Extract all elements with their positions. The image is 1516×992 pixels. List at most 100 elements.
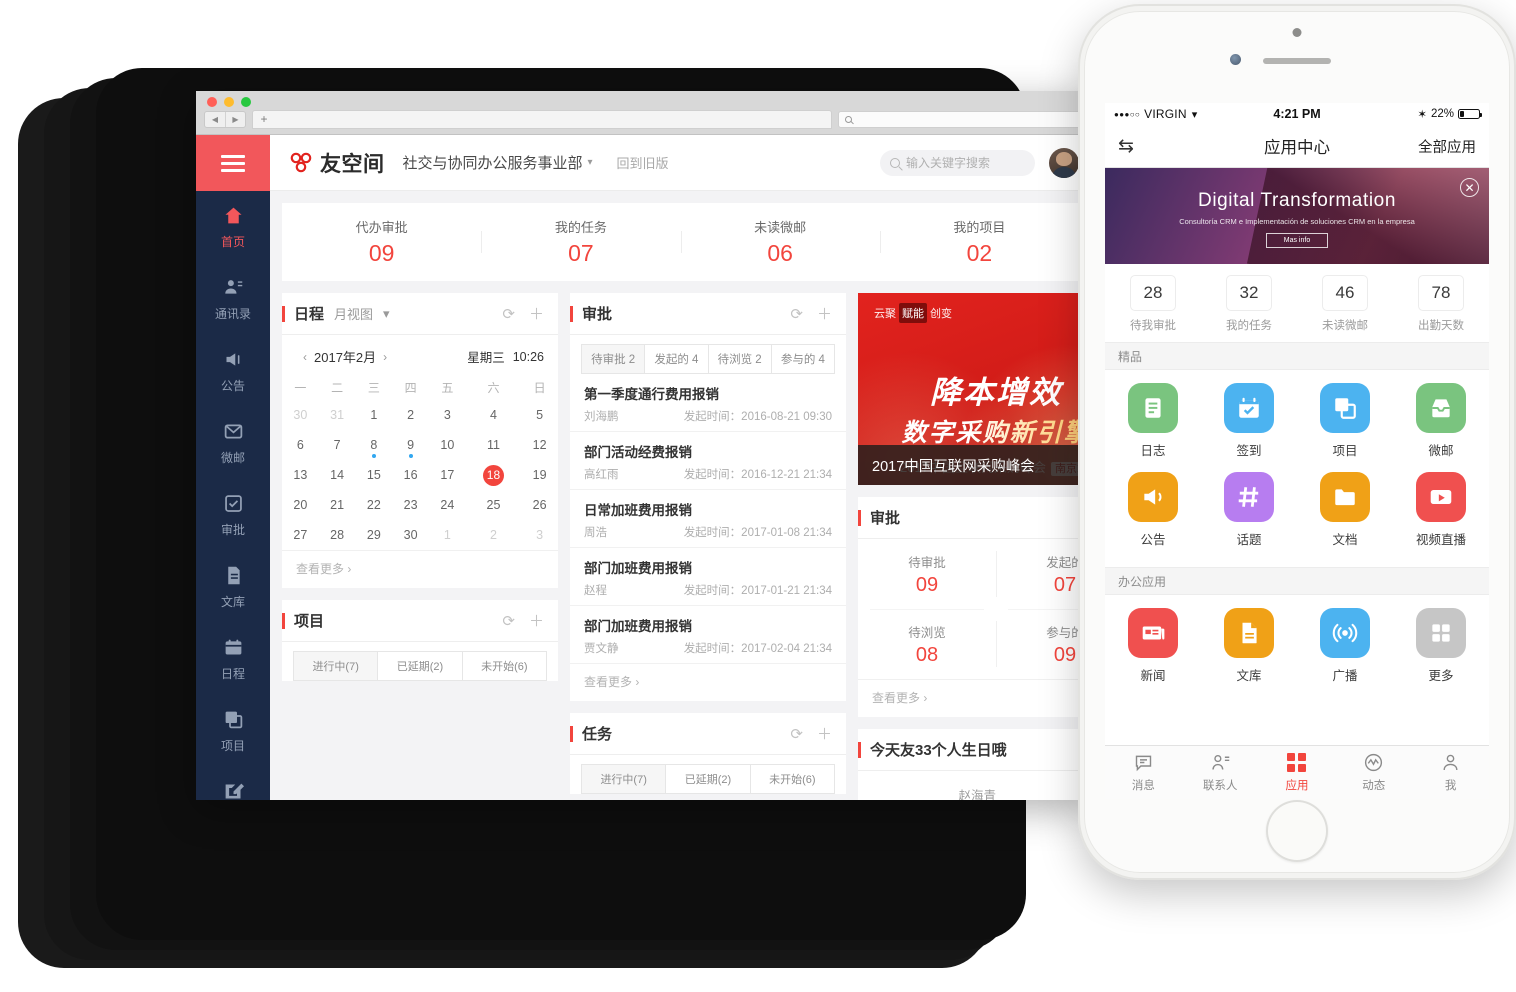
refresh-icon[interactable]: ⟳ (502, 612, 515, 630)
app-cell[interactable]: 公告 (1105, 472, 1201, 548)
sidebar-item-project[interactable]: 项目 (196, 695, 270, 767)
tab-me[interactable]: 我 (1412, 746, 1489, 799)
calendar-day-cell[interactable]: 2 (466, 520, 521, 550)
home-button[interactable] (1266, 800, 1328, 862)
calendar-day-cell[interactable]: 8 (356, 430, 393, 460)
calendar-day-cell[interactable]: 17 (429, 460, 466, 490)
calendar-day-cell[interactable]: 3 (521, 520, 558, 550)
calendar-day-cell[interactable]: 23 (392, 490, 429, 520)
calendar-day-cell[interactable]: 1 (429, 520, 466, 550)
calendar-day-cell[interactable]: 5 (521, 400, 558, 430)
approval-list-item[interactable]: 部门加班费用报销 赵程 发起时间：2017-01-21 21:34 (570, 548, 846, 606)
approval-list-item[interactable]: 日常加班费用报销 周浩 发起时间：2017-01-08 21:34 (570, 490, 846, 548)
calendar-day-cell[interactable]: 10 (429, 430, 466, 460)
phone-stat-unread-mail[interactable]: 46 未读微邮 (1297, 275, 1393, 333)
app-cell[interactable]: 签到 (1201, 383, 1297, 459)
app-cell[interactable]: 话题 (1201, 472, 1297, 548)
calendar-grid[interactable]: 一二三四五六日 30 31 1 2 3 4 5 6 7 8 9 10 11 12 13 14 15 16 17 18 1… (282, 372, 558, 550)
tab-delayed[interactable]: 已延期(2) (377, 651, 463, 681)
calendar-day-cell[interactable]: 7 (319, 430, 356, 460)
calendar-today[interactable]: 18 (482, 464, 504, 486)
all-apps-button[interactable]: 全部应用 (1418, 136, 1476, 157)
tab-participated[interactable]: 参与的 4 (770, 344, 835, 374)
next-month-button[interactable]: › (376, 350, 394, 364)
app-cell[interactable]: 文库 (1201, 608, 1297, 684)
promo-banner[interactable]: 云聚 赋能 创变 降本增效 数字采购新引擎 2017中国互联网采购峰会南京站 (858, 293, 1091, 485)
calendar-day-cell[interactable]: 25 (466, 490, 521, 520)
calendar-day-cell[interactable]: 24 (429, 490, 466, 520)
app-cell[interactable]: 日志 (1105, 383, 1201, 459)
app-cell[interactable]: 更多 (1393, 608, 1489, 684)
calendar-day-cell[interactable]: 31 (319, 400, 356, 430)
calendar-more-link[interactable]: 查看更多 › (282, 550, 558, 588)
stat-my-projects[interactable]: 我的项目 02 (879, 217, 1079, 267)
new-tab-button[interactable]: + (253, 113, 275, 125)
refresh-icon[interactable]: ⟳ (502, 305, 515, 323)
approval-stat-to-review[interactable]: 待浏览 08 (858, 609, 996, 679)
app-cell[interactable]: 视频直播 (1393, 472, 1489, 548)
approval-list-item[interactable]: 部门加班费用报销 贾文静 发起时间：2017-02-04 21:34 (570, 606, 846, 664)
prev-month-button[interactable]: ‹ (296, 350, 314, 364)
calendar-day-cell[interactable]: 3 (429, 400, 466, 430)
tab-messages[interactable]: 消息 (1105, 746, 1182, 799)
approval-stats-more-link[interactable]: 查看更多 › (858, 679, 1091, 717)
refresh-icon[interactable]: ⟳ (790, 305, 803, 323)
tab-apps[interactable]: 应用 (1259, 746, 1336, 799)
tab-in-progress[interactable]: 进行中(7) (293, 651, 379, 681)
approval-stat-pending[interactable]: 待审批 09 (858, 539, 996, 609)
back-button[interactable]: ◀ (205, 112, 225, 127)
calendar-day-cell[interactable]: 12 (521, 430, 558, 460)
tab-to-review[interactable]: 待浏览 2 (707, 344, 772, 374)
calendar-day-cell[interactable]: 1 (356, 400, 393, 430)
birthday-name[interactable]: 赵海青 (958, 785, 996, 800)
browser-nav-buttons[interactable]: ◀ ▶ (204, 110, 246, 128)
stat-unread-mail[interactable]: 未读微邮 06 (680, 217, 880, 267)
approval-list-item[interactable]: 第一季度通行费用报销 刘海鹏 发起时间：2016-08-21 09:30 (570, 374, 846, 432)
sidebar-item-approval[interactable]: 审批 (196, 479, 270, 551)
calendar-day-cell[interactable]: 30 (392, 520, 429, 550)
calendar-day-cell[interactable]: 22 (356, 490, 393, 520)
approval-tabs[interactable]: 待审批 2 发起的 4 待浏览 2 参与的 4 (570, 335, 846, 374)
approval-more-link[interactable]: 查看更多 › (570, 664, 846, 701)
app-cell[interactable]: 项目 (1297, 383, 1393, 459)
calendar-day-cell[interactable]: 21 (319, 490, 356, 520)
app-cell[interactable]: 新闻 (1105, 608, 1201, 684)
sidebar-item-library[interactable]: 文库 (196, 551, 270, 623)
calendar-day-cell[interactable]: 20 (282, 490, 319, 520)
refresh-icon[interactable]: ⟳ (790, 725, 803, 743)
calendar-day-cell[interactable]: 30 (282, 400, 319, 430)
swap-icon[interactable]: ⇆ (1118, 135, 1134, 158)
calendar-view-selector[interactable]: 月视图 (334, 304, 373, 323)
chevron-down-icon[interactable]: ▾ (588, 157, 593, 168)
close-icon[interactable]: ✕ (1460, 178, 1479, 197)
forward-button[interactable]: ▶ (225, 111, 245, 127)
calendar-day-cell[interactable]: 29 (356, 520, 393, 550)
tab-strip[interactable]: + (252, 109, 832, 129)
project-tabs[interactable]: 进行中(7) 已延期(2) 未开始(6) (282, 642, 558, 681)
approval-list-item[interactable]: 部门活动经费报销 高红雨 发起时间：2016-12-21 21:34 (570, 432, 846, 490)
phone-stat-attendance-days[interactable]: 78 出勤天数 (1393, 275, 1489, 333)
old-version-link[interactable]: 回到旧版 (617, 153, 669, 172)
stat-pending-approval[interactable]: 代办审批 09 (282, 217, 481, 267)
calendar-day-cell[interactable]: 19 (521, 460, 558, 490)
phone-banner-button[interactable]: Mas info (1266, 233, 1328, 248)
calendar-day-cell[interactable]: 11 (466, 430, 521, 460)
app-cell[interactable]: 广播 (1297, 608, 1393, 684)
calendar-day-cell[interactable]: 13 (282, 460, 319, 490)
phone-stat-pending-approval[interactable]: 28 待我审批 (1105, 275, 1201, 333)
calendar-day-cell[interactable]: 9 (392, 430, 429, 460)
sidebar-item-contacts[interactable]: 通讯录 (196, 263, 270, 335)
window-controls[interactable] (196, 96, 1091, 107)
tab-contacts[interactable]: 联系人 (1182, 746, 1259, 799)
avatar[interactable] (1049, 147, 1079, 178)
approval-stat-participated[interactable]: 参与的 09 (996, 609, 1091, 679)
tab-activity[interactable]: 动态 (1335, 746, 1412, 799)
tab-pending-approval[interactable]: 待审批 2 (581, 344, 646, 374)
add-icon[interactable]: ＋ (817, 303, 832, 324)
phone-stat-my-tasks[interactable]: 32 我的任务 (1201, 275, 1297, 333)
calendar-day-cell[interactable]: 28 (319, 520, 356, 550)
hamburger-menu-button[interactable] (196, 135, 270, 191)
tab-delayed[interactable]: 已延期(2) (665, 764, 751, 794)
header-search-input[interactable]: 输入关键字搜索 (880, 149, 1035, 176)
close-window-button[interactable] (207, 96, 217, 107)
